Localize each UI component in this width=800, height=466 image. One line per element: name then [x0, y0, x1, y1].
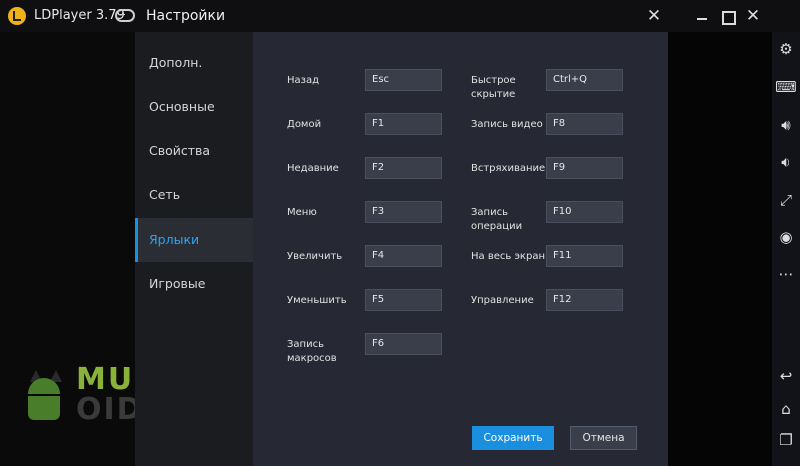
shortcut-key-field[interactable]: F2 — [365, 157, 442, 179]
shortcut-label: Запись операции — [471, 207, 523, 232]
sidebar-item-advanced[interactable]: Дополн. — [135, 41, 253, 85]
shortcut-key-field[interactable]: F4 — [365, 245, 442, 267]
shortcut-key-field[interactable]: F3 — [365, 201, 442, 223]
minimize-button[interactable] — [692, 6, 712, 26]
sidebar-item-properties[interactable]: Свойства — [135, 129, 253, 173]
recent-apps-icon[interactable]: ❐ — [772, 428, 800, 452]
volume-down-icon[interactable]: 🔉︎ — [772, 150, 800, 174]
shortcut-key-field[interactable]: F5 — [365, 289, 442, 311]
shortcuts-panel: Назад Esc Домой F1 Недавние F2 Меню F3 У… — [253, 32, 668, 466]
more-icon[interactable]: ⋯ — [772, 262, 800, 286]
gear-icon[interactable]: ⚙ — [772, 37, 800, 61]
android-icon — [24, 370, 66, 422]
sidebar-item-shortcuts[interactable]: Ярлыки — [135, 218, 253, 262]
shortcut-label: Домой — [287, 119, 322, 130]
shortcut-label: Запись макросов — [287, 339, 337, 364]
keyboard-icon[interactable]: ⌨ — [772, 75, 800, 99]
shortcut-label: На весь экран — [471, 251, 545, 262]
shortcut-label: Быстрое скрытие — [471, 75, 516, 100]
watermark-text-bottom: OID — [76, 392, 144, 427]
shortcut-label: Встряхивание — [471, 163, 546, 174]
ldplayer-logo-icon — [8, 7, 26, 25]
shortcut-label: Управление — [471, 295, 534, 306]
shortcut-key-field[interactable]: F9 — [546, 157, 623, 179]
sidebar-item-basic[interactable]: Основные — [135, 85, 253, 129]
emulator-screen-right — [668, 32, 772, 466]
shortcut-key-field[interactable]: F11 — [546, 245, 623, 267]
shortcut-key-field[interactable]: F12 — [546, 289, 623, 311]
home-icon[interactable]: ⌂ — [772, 397, 800, 421]
record-icon[interactable]: ◉ — [772, 225, 800, 249]
shortcut-key-field[interactable]: Esc — [365, 69, 442, 91]
shortcut-label: Увеличить — [287, 251, 343, 262]
shortcut-label: Недавние — [287, 163, 339, 174]
volume-up-icon[interactable]: 🔊︎ — [772, 113, 800, 137]
app-title: LDPlayer 3.79 — [34, 8, 125, 23]
shortcut-label: Запись видео — [471, 119, 543, 130]
close-dialog-button[interactable]: ✕ — [644, 6, 664, 26]
close-window-button[interactable]: ✕ — [743, 6, 763, 26]
fullscreen-icon[interactable]: ⤢ — [772, 188, 800, 212]
side-toolbar: ⚙ ⌨ 🔊︎ 🔉︎ ⤢ ◉ ⋯ ↩ ⌂ ❐ — [772, 32, 800, 466]
shortcut-key-field[interactable]: F8 — [546, 113, 623, 135]
cancel-button[interactable]: Отмена — [570, 426, 637, 450]
settings-sidebar: Дополн. Основные Свойства Сеть Ярлыки Иг… — [135, 32, 253, 466]
dialog-title: Настройки — [146, 8, 226, 24]
shortcut-key-field[interactable]: Ctrl+Q — [546, 69, 623, 91]
sidebar-item-network[interactable]: Сеть — [135, 173, 253, 217]
shortcut-label: Меню — [287, 207, 317, 218]
shortcut-key-field[interactable]: F6 — [365, 333, 442, 355]
shortcut-key-field[interactable]: F10 — [546, 201, 623, 223]
shortcut-label: Уменьшить — [287, 295, 347, 306]
sidebar-item-games[interactable]: Игровые — [135, 262, 253, 306]
gamepad-icon[interactable] — [115, 9, 135, 22]
title-bar: LDPlayer 3.79 Настройки ✕ ✕ — [0, 0, 800, 32]
shortcut-key-field[interactable]: F1 — [365, 113, 442, 135]
maximize-button[interactable] — [717, 6, 737, 26]
back-icon[interactable]: ↩ — [772, 364, 800, 388]
save-button[interactable]: Сохранить — [472, 426, 554, 450]
shortcut-label: Назад — [287, 75, 320, 86]
